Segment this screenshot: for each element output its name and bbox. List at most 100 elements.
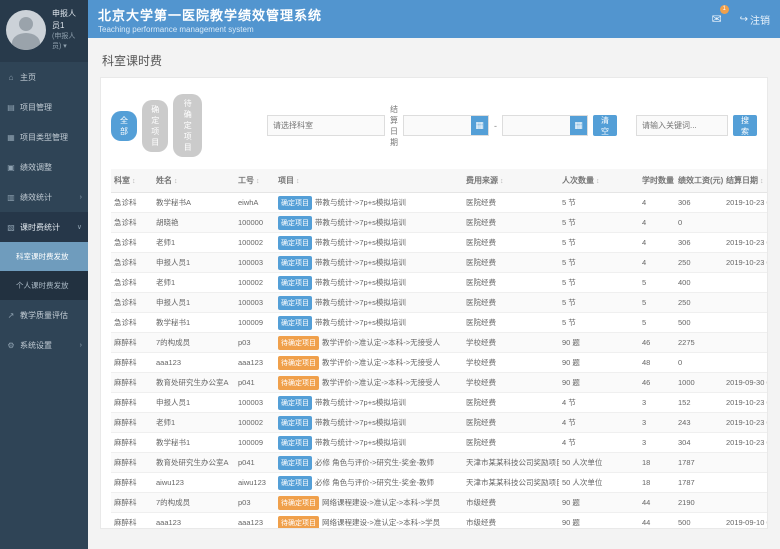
cell-project: 确定项目带教与统计->7p+s模拟培训	[275, 193, 463, 213]
cell-wage: 304	[675, 433, 723, 453]
cell-hours: 18	[639, 473, 675, 493]
cell-source: 医院经费	[463, 273, 559, 293]
cell-count: 90 题	[559, 493, 639, 513]
cell-hours: 44	[639, 513, 675, 530]
table-row: 麻醉科7的构成员p03待确定项目网络课程建设->准认定->本科->学员市级经费9…	[111, 493, 768, 513]
sort-icon[interactable]: ↕	[174, 178, 178, 185]
project-detail: 带教与统计->7p+s模拟培训	[315, 198, 406, 207]
sort-icon[interactable]: ↕	[596, 178, 600, 185]
cell-date: 2019-10-23 00:00:00	[723, 413, 768, 433]
project-type-icon: ▦	[6, 133, 16, 142]
sidebar-item-6[interactable]: ↗教学质量评估	[0, 300, 88, 330]
sidebar-item-label: 系统设置	[20, 340, 76, 351]
sidebar-item-3[interactable]: ▣绩效调整	[0, 152, 88, 182]
user-panel[interactable]: 申报人员1 (申报人员) ▾	[0, 0, 88, 62]
cell-id: 100003	[235, 293, 275, 313]
sidebar-item-4[interactable]: ▥绩效统计›	[0, 182, 88, 212]
gear-icon: ⚙	[6, 341, 16, 350]
clear-date-button[interactable]: 清空日期	[593, 115, 617, 136]
project-detail: 带教与统计->7p+s模拟培训	[315, 418, 406, 427]
cell-project: 确定项目带教与统计->7p+s模拟培训	[275, 413, 463, 433]
cell-date	[723, 213, 768, 233]
cell-id: 100002	[235, 413, 275, 433]
sidebar-item-5[interactable]: ▧课时费统计∨	[0, 212, 88, 242]
sidebar-nav: ⌂主页 ▤ 项目管理 ▦项目类型管理▣绩效调整▥绩效统计›▧课时费统计∨科室课时费发放…	[0, 62, 88, 360]
cell-date: 2019-10-23 00:00:00	[723, 193, 768, 213]
cell-id: 100003	[235, 393, 275, 413]
cell-date: 2019-09-10 00:00:00	[723, 513, 768, 530]
sidebar-subitem[interactable]: 个人课时费发放	[0, 271, 88, 300]
sort-icon[interactable]: ↕	[296, 178, 300, 185]
cell-wage: 152	[675, 393, 723, 413]
cell-project: 确定项目带教与统计->7p+s模拟培训	[275, 253, 463, 273]
sidebar-item-7[interactable]: ⚙ 系统设置 ›	[0, 330, 88, 360]
cell-source: 医院经费	[463, 413, 559, 433]
sidebar-item-2[interactable]: ▦项目类型管理	[0, 122, 88, 152]
filter-pending-button[interactable]: 待确定项目	[173, 94, 202, 157]
sidebar-item-label: 绩效调整	[20, 162, 82, 173]
sidebar-item-label: 项目管理	[20, 102, 82, 113]
cell-dept: 麻醉科	[111, 493, 153, 513]
cell-name: 教学秘书1	[153, 313, 235, 333]
department-select-input[interactable]	[267, 115, 385, 136]
cell-count: 5 节	[559, 193, 639, 213]
table-row: 麻醉科aiwu123aiwu123确定项目必修 角色与评价->研究生-奖金-教师…	[111, 473, 768, 493]
sidebar-item-1[interactable]: ▤ 项目管理	[0, 92, 88, 122]
column-header: 费用来源↕	[463, 169, 559, 193]
cell-name: 7的构成员	[153, 493, 235, 513]
app-title-en: Teaching performance management system	[98, 25, 322, 34]
user-role[interactable]: (申报人员) ▾	[52, 32, 82, 53]
cell-wage: 500	[675, 513, 723, 530]
cell-id: 100003	[235, 253, 275, 273]
calendar-icon[interactable]: ▦	[471, 116, 488, 135]
sidebar-item-0[interactable]: ⌂主页	[0, 62, 88, 92]
logout-button[interactable]: ↪ 注销	[740, 12, 770, 27]
app-window: 申报人员1 (申报人员) ▾ ⌂主页 ▤ 项目管理 ▦项目类型管理▣绩效调整▥绩效统计…	[0, 0, 780, 549]
cell-wage: 1787	[675, 453, 723, 473]
column-header: 工号↕	[235, 169, 275, 193]
column-header-label: 结算日期	[726, 176, 758, 185]
cell-count: 4 节	[559, 413, 639, 433]
cell-id: p03	[235, 333, 275, 353]
project-icon: ▤	[6, 103, 16, 112]
cell-hours: 18	[639, 453, 675, 473]
project-detail: 必修 角色与评价->研究生-奖金-教师	[315, 478, 434, 487]
cell-id: eiwhA	[235, 193, 275, 213]
project-status-badge: 确定项目	[278, 256, 312, 270]
cell-wage: 306	[675, 233, 723, 253]
filter-confirmed-button[interactable]: 确定项目	[142, 100, 168, 152]
cell-name: 教育处研究生办公室A	[153, 453, 235, 473]
cell-hours: 4	[639, 213, 675, 233]
table-row: 麻醉科教育处研究生办公室Ap041确定项目必修 角色与评价->研究生-奖金-教师…	[111, 453, 768, 473]
keyword-search-input[interactable]	[636, 115, 728, 136]
cell-wage: 2275	[675, 333, 723, 353]
sidebar-item-label: 教学质量评估	[20, 310, 82, 321]
filter-all-button[interactable]: 全部	[111, 111, 137, 141]
sort-icon[interactable]: ↕	[132, 178, 136, 185]
search-button[interactable]: 搜索	[733, 115, 757, 136]
project-detail: 必修 角色与评价->研究生-奖金-教师	[315, 458, 434, 467]
sort-icon[interactable]: ↕	[760, 178, 764, 185]
cell-dept: 麻醉科	[111, 473, 153, 493]
sidebar-subitem[interactable]: 科室课时费发放	[0, 242, 88, 271]
cell-id: 100002	[235, 273, 275, 293]
column-header-label: 绩效工资(元)	[678, 176, 723, 185]
table-row: 急诊科教学秘书1100009确定项目带教与统计->7p+s模拟培训医院经费5 节…	[111, 313, 768, 333]
cell-date	[723, 473, 768, 493]
table-row: 麻醉科aaa123aaa123待确定项目网络课程建设->准认定->本科->学员市…	[111, 513, 768, 530]
sort-icon[interactable]: ↕	[500, 178, 504, 185]
project-detail: 网络课程建设->准认定->本科->学员	[322, 518, 440, 527]
cell-dept: 麻醉科	[111, 413, 153, 433]
cell-source: 医院经费	[463, 233, 559, 253]
table-row: 麻醉科申报人员1100003确定项目带教与统计->7p+s模拟培训医院经费4 节…	[111, 393, 768, 413]
calendar-icon[interactable]: ▦	[570, 116, 587, 135]
project-status-badge: 待确定项目	[278, 356, 319, 370]
project-status-badge: 确定项目	[278, 316, 312, 330]
messages-button[interactable]: ✉ 1	[712, 10, 722, 28]
project-detail: 带教与统计->7p+s模拟培训	[315, 258, 406, 267]
cell-project: 确定项目必修 角色与评价->研究生-奖金-教师	[275, 453, 463, 473]
chevron-icon: ›	[80, 342, 82, 349]
cell-count: 4 节	[559, 393, 639, 413]
sort-icon[interactable]: ↕	[256, 178, 260, 185]
cell-hours: 5	[639, 293, 675, 313]
